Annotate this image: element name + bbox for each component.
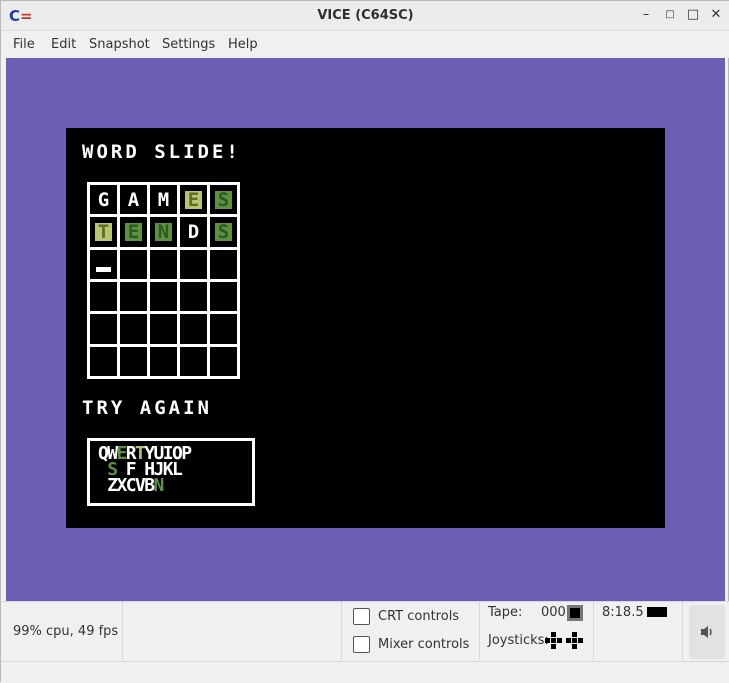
- cpu-fps: 99% cpu, 49 fps: [13, 624, 119, 639]
- word-grid: GAMESTENDS: [87, 182, 240, 379]
- mixer-controls-checkbox[interactable]: [353, 636, 370, 653]
- grid-cell: T: [90, 217, 117, 247]
- message-text: TRY AGAIN: [82, 397, 212, 419]
- grid-cell: M: [150, 185, 177, 215]
- menu-file[interactable]: File: [13, 37, 35, 52]
- grid-cell: [90, 314, 117, 344]
- minimize-button[interactable]: –: [638, 7, 654, 22]
- drive-led-icon: [647, 607, 667, 617]
- keyboard-key: Z: [107, 475, 118, 496]
- keyboard-key: X: [116, 475, 128, 496]
- grid-cell: E: [120, 217, 147, 247]
- grid-cell: D: [180, 217, 207, 247]
- menu-help[interactable]: Help: [228, 37, 258, 52]
- grid-cell: [210, 282, 237, 312]
- keyboard-key: L: [172, 459, 183, 480]
- grid-cell: [150, 282, 177, 312]
- menu-edit[interactable]: Edit: [51, 37, 76, 52]
- crt-controls-checkbox[interactable]: [353, 608, 370, 625]
- grid-letter: E: [124, 222, 143, 241]
- run-time: 8:18.5: [602, 605, 644, 620]
- grid-cell: [120, 314, 147, 344]
- menu-bar: File Edit Snapshot Settings Help: [1, 31, 729, 58]
- grid-cell: [120, 249, 147, 279]
- grid-letter: D: [187, 220, 200, 243]
- grid-cell: N: [150, 217, 177, 247]
- grid-cell: [150, 249, 177, 279]
- grid-letter: T: [94, 222, 113, 241]
- keyboard-key: N: [153, 475, 165, 496]
- keyboard-key: P: [181, 443, 192, 464]
- grid-letter: [96, 266, 111, 272]
- keyboard-key: [98, 475, 107, 496]
- grid-cell: [210, 346, 237, 376]
- tape-label: Tape:: [488, 605, 523, 620]
- keyboard-key: B: [144, 475, 155, 496]
- grid-cell: [150, 314, 177, 344]
- keyboard-key: K: [162, 459, 174, 480]
- grid-cell: [120, 346, 147, 376]
- maximize-button[interactable]: □: [662, 9, 678, 20]
- crt-controls-label[interactable]: CRT controls: [378, 609, 459, 624]
- menu-settings[interactable]: Settings: [162, 37, 215, 52]
- grid-cell: [210, 249, 237, 279]
- title-bar: C= VICE (C64SC) – □ □ ✕: [1, 1, 729, 31]
- grid-letter: S: [214, 190, 233, 209]
- grid-letter: G: [97, 188, 110, 211]
- grid-letter: E: [184, 190, 203, 209]
- c64-screen[interactable]: WORD SLIDE! GAMESTENDS TRY AGAIN QWERTYU…: [66, 128, 665, 528]
- emulator-display[interactable]: WORD SLIDE! GAMESTENDS TRY AGAIN QWERTYU…: [6, 58, 725, 601]
- grid-cell: [150, 346, 177, 376]
- grid-cell: [90, 346, 117, 376]
- grid-cell: [210, 314, 237, 344]
- grid-cell: A: [120, 185, 147, 215]
- speaker-icon: [701, 626, 712, 638]
- game-title: WORD SLIDE!: [82, 141, 241, 163]
- grid-cell: [90, 249, 117, 279]
- grid-cell: [180, 249, 207, 279]
- window-title: VICE (C64SC): [317, 8, 414, 23]
- grid-letter: A: [127, 188, 140, 211]
- mixer-controls-label[interactable]: Mixer controls: [378, 637, 469, 652]
- grid-letter: N: [154, 222, 173, 241]
- joystick-ports-icon[interactable]: [545, 632, 585, 650]
- grid-cell: [180, 282, 207, 312]
- status-bar: 99% cpu, 49 fps CRT controls Mixer contr…: [1, 601, 729, 661]
- grid-cell: [120, 282, 147, 312]
- grid-cell: [180, 346, 207, 376]
- grid-cell: S: [210, 217, 237, 247]
- grid-cell: [90, 282, 117, 312]
- bottom-bar: [1, 661, 729, 683]
- grid-cell: S: [210, 185, 237, 215]
- keyboard-key: V: [135, 475, 146, 496]
- keyboard-row: ZXCVBN: [98, 475, 252, 496]
- close-button[interactable]: ✕: [708, 7, 724, 22]
- grid-letter: M: [157, 188, 170, 211]
- keyboard-key: C: [125, 475, 137, 496]
- grid-cell: [180, 314, 207, 344]
- letter-keyboard: QWERTYUIOP S F HJKL ZXCVBN: [87, 438, 255, 506]
- grid-letter: S: [214, 222, 233, 241]
- maximize-icon[interactable]: □: [685, 7, 701, 22]
- volume-button[interactable]: [689, 605, 725, 659]
- grid-cell: G: [90, 185, 117, 215]
- menu-snapshot[interactable]: Snapshot: [89, 37, 150, 52]
- joysticks-label: Joysticks:: [488, 633, 549, 648]
- tape-status-icon[interactable]: [567, 605, 583, 621]
- grid-cell: E: [180, 185, 207, 215]
- tape-counter: 000: [541, 605, 566, 620]
